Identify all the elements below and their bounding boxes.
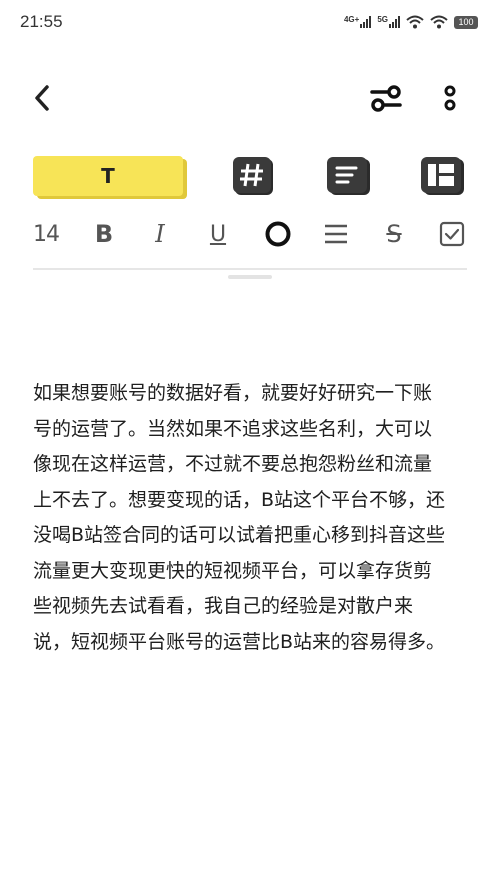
chevron-left-icon [35,85,49,111]
note-line: 如果想要账号的数据好看，就要好好研究一下账 [33,382,433,404]
text-mode-button[interactable]: T [33,156,183,196]
note-line: 号的运营了。当然如果不追求这些名利，大可以 [33,417,433,440]
align-button[interactable] [318,214,354,254]
align-lines-icon [325,224,347,244]
font-size-button[interactable]: 14 [28,214,64,254]
more-vertical-icon [444,85,456,111]
note-line: 些视频先去试看看，我自己的经验是对散户来 [33,595,414,617]
text-mode-label: T [101,164,115,188]
toolbar-divider [33,268,467,270]
underline-button[interactable]: U [202,214,234,254]
back-button[interactable] [24,78,60,118]
note-line: 说，短视频平台账号的运营比B站来的容易得多。 [33,630,446,653]
italic-button[interactable]: I [144,214,176,254]
network-5g-label: 5G [377,15,388,24]
list-mode-button[interactable] [326,156,372,196]
checkbox-icon [439,221,465,247]
network-5g-indicator: 5G [377,16,400,28]
network-4g-indicator: 4G+ [343,15,372,28]
mode-selector: T [0,152,500,202]
wifi-icon [406,15,424,29]
status-indicators: 4G+ 5G 100 [344,12,478,32]
text-color-button[interactable] [260,214,296,254]
sliders-icon [370,85,402,112]
signal-icon [389,16,400,28]
checkbox-button[interactable] [434,214,470,254]
format-toolbar: 14 B I U S [0,214,500,254]
more-button[interactable] [432,78,468,118]
note-line: 像现在这样运营，不过就不要总抱怨粉丝和流量 [33,453,433,475]
status-bar: 21:55 4G+ 5G 100 [0,0,500,46]
signal-icon [360,16,372,28]
list-card-icon [327,157,370,195]
status-time: 21:55 [20,12,63,31]
tag-mode-button[interactable] [232,156,276,196]
note-line: 流量更大变现更快的短视频平台，可以拿存货剪 [33,559,433,582]
top-toolbar [0,70,500,126]
strikethrough-button[interactable]: S [376,214,412,254]
note-line: 上不去了。想要变现的话，B站这个平台不够，还 [33,488,446,511]
network-4g-label: 4G+ [343,15,360,24]
text-color-icon [265,221,291,247]
layout-mode-button[interactable] [420,156,466,196]
hashtag-icon [233,157,273,195]
bold-button[interactable]: B [88,214,120,254]
layout-grid-icon [421,157,464,195]
settings-button[interactable] [364,78,408,118]
wifi-icon [430,15,448,29]
note-line: 没喝B站签合同的话可以试着把重心移到抖音这些 [33,524,446,546]
drag-handle[interactable] [228,275,272,279]
battery-indicator: 100 [454,15,478,29]
note-body[interactable]: 如果想要账号的数据好看，就要好好研究一下账 号的运营了。当然如果不追求这些名利，… [33,376,473,660]
